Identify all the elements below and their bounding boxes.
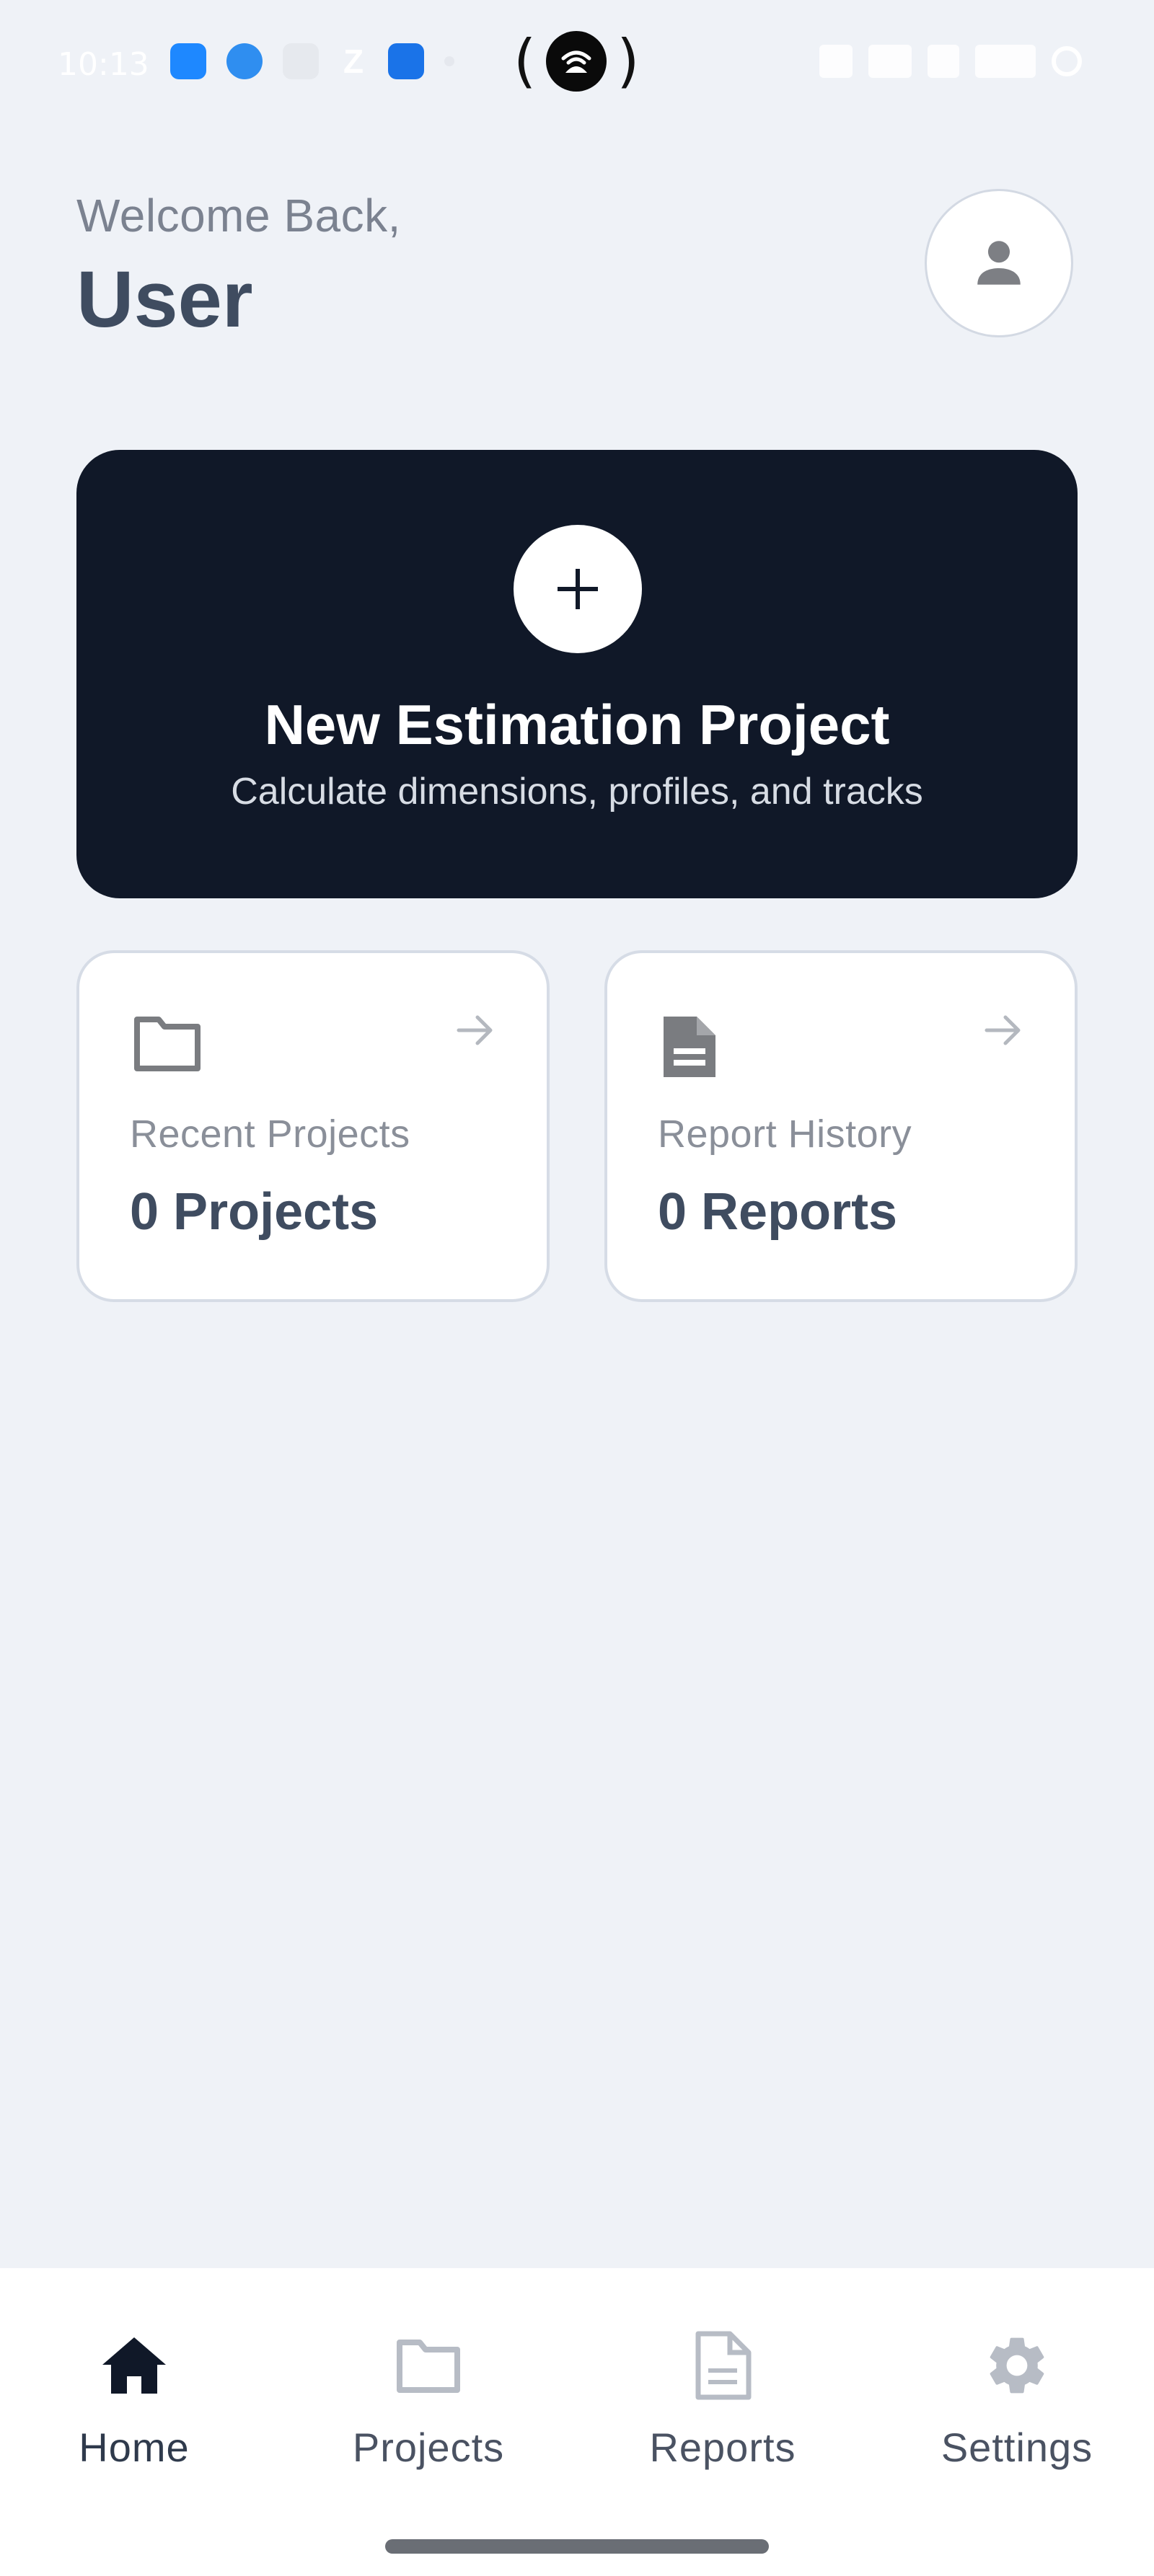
report-history-label: Report History — [658, 1112, 912, 1156]
alarm-icon — [819, 45, 853, 78]
nav-label-reports: Reports — [649, 2425, 796, 2470]
gear-icon — [990, 2337, 1044, 2394]
signal-icon — [975, 45, 1036, 78]
home-icon — [102, 2337, 166, 2394]
bottom-navigation: Home Projects Reports Settings — [0, 2268, 1154, 2576]
status-time: 10:13 — [58, 46, 149, 83]
nav-item-settings[interactable]: Settings — [873, 2268, 1154, 2484]
hotspot-indicator: ( ) — [514, 27, 640, 94]
recent-projects-count: 0 Projects — [130, 1183, 379, 1241]
recent-projects-label: Recent Projects — [130, 1112, 410, 1156]
new-estimation-project-card[interactable]: New Estimation Project Calculate dimensi… — [76, 450, 1078, 898]
nav-label-settings: Settings — [941, 2425, 1093, 2470]
report-history-card[interactable]: Report History 0 Reports — [604, 950, 1078, 1302]
status-bar: 10:13 Z ( ) — [0, 0, 1154, 130]
user-name: User — [76, 255, 253, 344]
weather-icon — [226, 43, 263, 79]
status-notification-icons: Z — [170, 43, 454, 79]
hotspot-icon — [546, 31, 607, 92]
plus-icon — [514, 525, 642, 653]
document-icon — [695, 2331, 752, 2400]
android-icon — [388, 43, 424, 79]
welcome-text: Welcome Back, — [76, 190, 401, 242]
report-history-count: 0 Reports — [658, 1183, 898, 1241]
volte-icon — [928, 45, 959, 78]
dot-icon — [444, 56, 454, 66]
document-icon — [664, 1017, 715, 1077]
hero-subtitle: Calculate dimensions, profiles, and trac… — [231, 771, 923, 813]
messaging-icon — [170, 43, 206, 79]
arrow-right-icon — [457, 1015, 493, 1045]
home-indicator-bar[interactable] — [385, 2539, 769, 2554]
folder-icon — [397, 2340, 460, 2393]
nav-item-home[interactable]: Home — [0, 2268, 278, 2484]
clipboard-icon — [283, 43, 319, 79]
folder-icon — [134, 1017, 201, 1071]
status-system-icons — [819, 45, 1082, 78]
z-app-icon: Z — [343, 43, 364, 80]
recent-projects-card[interactable]: Recent Projects 0 Projects — [76, 950, 550, 1302]
hero-title: New Estimation Project — [264, 693, 890, 756]
nav-label-home: Home — [79, 2425, 190, 2470]
nav-item-reports[interactable]: Reports — [578, 2268, 867, 2484]
arrow-right-icon — [985, 1015, 1021, 1045]
profile-avatar-button[interactable] — [925, 189, 1073, 337]
battery-icon — [1052, 46, 1082, 76]
network-speed-icon — [868, 45, 912, 78]
nav-item-projects[interactable]: Projects — [284, 2268, 573, 2484]
nav-label-projects: Projects — [352, 2425, 505, 2470]
person-icon — [977, 241, 1021, 285]
